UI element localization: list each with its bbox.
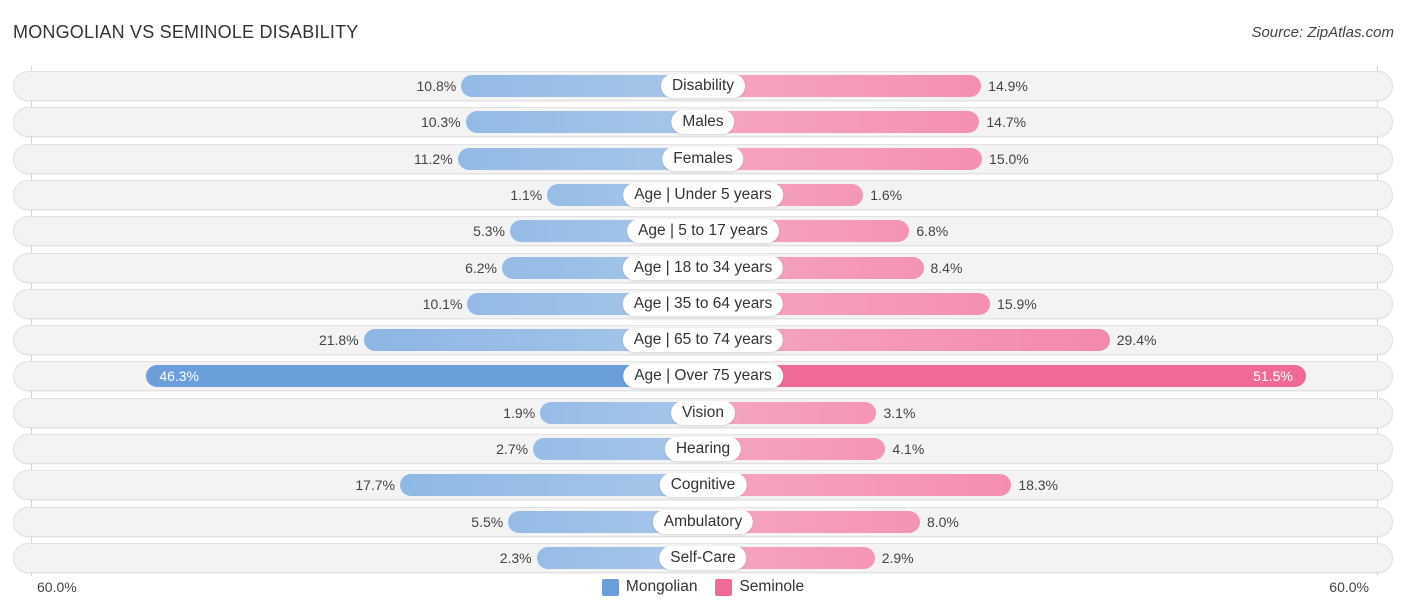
chart-row: 21.8% 29.4% Age | 65 to 74 years [13,325,1393,356]
category-label: Ambulatory [652,509,754,534]
value-label-mongolian: 5.5% [471,513,504,530]
chart-row: 10.8% 14.9% Disability [13,71,1393,101]
value-label-mongolian: 11.2% [413,150,453,167]
value-label-mongolian: 10.3% [420,114,461,131]
bar-seminole[interactable] [703,365,1306,388]
legend-item-mongolian[interactable]: Mongolian [601,578,698,596]
chart-row: 5.5% 8.0% Ambulatory [13,506,1393,537]
chart-row: 46.3% 51.5% Age | Over 75 years [13,361,1393,392]
value-label-mongolian: 2.7% [496,441,529,457]
category-label: Age | 18 to 34 years [622,255,784,280]
bar-mongolian[interactable] [146,365,703,388]
bar-mongolian[interactable] [465,111,703,134]
value-label-mongolian: 10.1% [422,295,463,312]
value-label-seminole: 14.9% [988,78,1028,94]
legend-label-mongolian: Mongolian [625,578,698,595]
bar-seminole[interactable] [703,474,1012,497]
value-label-seminole: 51.5% [1253,368,1293,385]
value-label-seminole: 4.1% [892,441,925,457]
value-label-mongolian: 5.3% [473,223,505,240]
category-label: Hearing [664,437,742,461]
value-label-seminole: 8.4% [930,259,963,276]
bar-seminole[interactable] [703,147,983,170]
category-label: Cognitive [659,473,747,498]
value-label-mongolian: 6.2% [465,259,498,276]
legend-label-seminole: Seminole [739,578,805,595]
category-label: Females [662,146,744,171]
legend-swatch-mongolian [601,578,619,596]
chart-row: 1.9% 3.1% Vision [13,397,1393,428]
category-label: Age | 65 to 74 years [622,328,784,353]
legend-item-seminole[interactable]: Seminole [715,578,804,596]
value-label-seminole: 15.0% [989,150,1029,167]
value-label-mongolian: 1.9% [503,404,536,421]
chart-row: 11.2% 15.0% Females [13,143,1393,174]
value-label-mongolian: 21.8% [318,332,359,349]
value-label-mongolian: 46.3% [159,368,200,385]
category-label: Age | Over 75 years [623,364,783,389]
value-label-seminole: 1.6% [870,186,903,203]
chart-row: 10.3% 14.7% Males [13,107,1393,138]
bar-seminole[interactable] [703,111,980,134]
category-label: Disability [660,74,746,98]
value-label-seminole: 6.8% [916,223,949,240]
category-label: Self-Care [659,545,747,570]
legend-swatch-seminole [715,578,733,596]
category-label: Age | Under 5 years [623,182,783,207]
value-label-mongolian: 1.1% [510,186,543,203]
value-label-seminole: 2.9% [881,549,914,566]
chart-row: 2.3% 2.9% Self-Care [13,542,1393,573]
chart-row: 6.2% 8.4% Age | 18 to 34 years [13,252,1393,283]
value-label-seminole: 18.3% [1018,477,1059,494]
value-label-mongolian: 17.7% [355,477,396,494]
legend: Mongolian Seminole [0,578,1406,596]
bar-mongolian[interactable] [400,474,703,497]
value-label-seminole: 15.9% [997,295,1037,312]
value-label-mongolian: 10.8% [416,78,457,94]
value-label-seminole: 8.0% [926,513,959,530]
value-label-seminole: 14.7% [986,114,1027,131]
chart-row: 17.7% 18.3% Cognitive [13,470,1393,501]
category-label: Males [671,110,735,135]
chart-row: 1.1% 1.6% Age | Under 5 years [13,179,1393,210]
category-label: Age | 5 to 17 years [627,219,779,244]
category-label: Vision [671,400,735,425]
value-label-seminole: 29.4% [1116,332,1157,349]
source-credit: Source: ZipAtlas.com [1251,24,1394,41]
category-label: Age | 35 to 64 years [622,291,784,316]
value-label-mongolian: 2.3% [499,549,532,566]
chart-row: 5.3% 6.8% Age | 5 to 17 years [13,216,1393,247]
value-label-seminole: 3.1% [883,404,916,421]
chart-row: 2.7% 4.1% Hearing [13,434,1393,464]
chart-row: 10.1% 15.9% Age | 35 to 64 years [13,288,1393,319]
chart-title: MONGOLIAN VS SEMINOLE DISABILITY [13,22,359,42]
